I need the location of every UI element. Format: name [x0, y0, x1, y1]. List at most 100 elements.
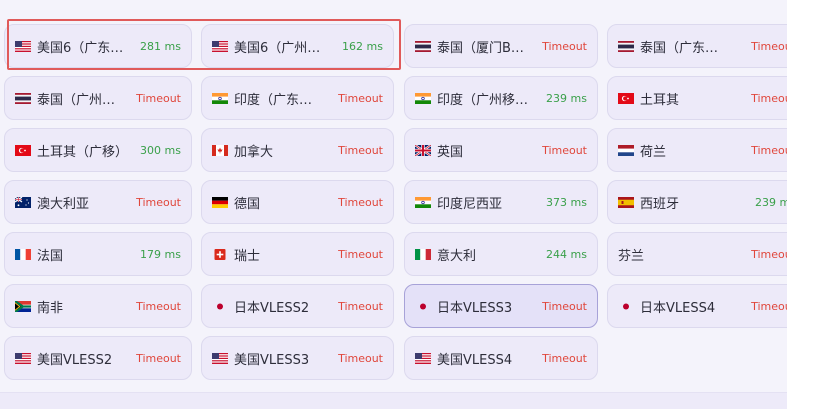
proxy-grid: 美国6（广东… 281 ms 美国6（广州… 162 ms 泰国（厦门B… Timeout… — [0, 0, 819, 409]
bottom-panel — [0, 392, 787, 409]
us-flag-icon — [212, 40, 228, 52]
proxy-card[interactable]: 西班牙 239 ms — [607, 180, 807, 224]
proxy-card[interactable]: 印度（广州移… 239 ms — [404, 76, 598, 120]
proxy-card[interactable]: 法国 179 ms — [4, 232, 192, 276]
tr-flag-icon — [15, 144, 31, 156]
proxy-card[interactable]: 泰国（广东… Timeout — [607, 24, 807, 68]
proxy-name: 泰国（厦门B… — [437, 40, 524, 56]
proxy-card[interactable]: 美国6（广东… 281 ms — [4, 24, 192, 68]
proxy-card[interactable]: 荷兰 Timeout — [607, 128, 807, 172]
jp-flag-icon — [618, 301, 634, 312]
latency-value[interactable]: Timeout — [136, 352, 181, 365]
proxy-name: 日本VLESS4 — [640, 300, 716, 316]
latency-value[interactable]: 162 ms — [342, 40, 383, 53]
scroll-edge — [787, 0, 819, 409]
latency-value[interactable]: Timeout — [338, 196, 383, 209]
proxy-name: 日本VLESS3 — [437, 300, 513, 316]
proxy-card[interactable]: 瑞士 Timeout — [201, 232, 394, 276]
proxy-name: 美国VLESS4 — [437, 352, 513, 368]
proxy-name: 西班牙 — [640, 196, 680, 212]
proxy-card[interactable]: 印度（广东… Timeout — [201, 76, 394, 120]
proxy-name: 瑞士 — [234, 248, 261, 264]
latency-value[interactable]: Timeout — [542, 144, 587, 157]
ca-flag-icon — [212, 144, 228, 156]
latency-value[interactable]: Timeout — [542, 300, 587, 313]
proxy-name: 泰国（广州… — [37, 92, 116, 108]
th-flag-icon — [415, 40, 431, 52]
us-flag-icon — [212, 352, 228, 364]
proxy-card[interactable]: 日本VLESS3 Timeout — [404, 284, 598, 328]
proxy-card[interactable]: 芬兰 Timeout — [607, 232, 807, 276]
in-flag-icon — [212, 92, 228, 104]
fr-flag-icon — [15, 248, 31, 260]
ch-flag-icon — [212, 248, 228, 260]
proxy-name: 土耳其（广移） — [37, 144, 129, 160]
proxy-card[interactable]: 澳大利亚 Timeout — [4, 180, 192, 224]
latency-value[interactable]: 244 ms — [546, 248, 587, 261]
jp-flag-icon — [415, 301, 431, 312]
gb-flag-icon — [415, 144, 431, 156]
latency-value[interactable]: 239 ms — [546, 92, 587, 105]
proxy-card[interactable]: 美国VLESS4 Timeout — [404, 336, 598, 380]
latency-value[interactable]: Timeout — [338, 92, 383, 105]
proxy-name: 土耳其 — [640, 92, 680, 108]
proxy-name: 芬兰 — [618, 248, 645, 264]
proxy-card[interactable]: 土耳其 Timeout — [607, 76, 807, 120]
latency-value[interactable]: Timeout — [338, 352, 383, 365]
proxy-name: 美国VLESS2 — [37, 352, 113, 368]
proxy-name: 法国 — [37, 248, 64, 264]
proxy-card[interactable]: 意大利 244 ms — [404, 232, 598, 276]
latency-value[interactable]: Timeout — [338, 300, 383, 313]
latency-value[interactable]: 373 ms — [546, 196, 587, 209]
proxy-name: 日本VLESS2 — [234, 300, 310, 316]
proxy-card[interactable]: 美国VLESS3 Timeout — [201, 336, 394, 380]
us-flag-icon — [15, 352, 31, 364]
proxy-card[interactable]: 美国VLESS2 Timeout — [4, 336, 192, 380]
latency-value[interactable]: Timeout — [136, 196, 181, 209]
proxy-name: 南非 — [37, 300, 64, 316]
proxy-card[interactable]: 日本VLESS2 Timeout — [201, 284, 394, 328]
proxy-card[interactable]: 印度尼西亚 373 ms — [404, 180, 598, 224]
proxy-name: 英国 — [437, 144, 464, 160]
jp-flag-icon — [212, 301, 228, 312]
latency-value[interactable]: Timeout — [338, 248, 383, 261]
proxy-name: 印度（广州移… — [437, 92, 529, 108]
proxy-card[interactable]: 德国 Timeout — [201, 180, 394, 224]
proxy-name: 荷兰 — [640, 144, 667, 160]
proxy-card[interactable]: 美国6（广州… 162 ms — [201, 24, 394, 68]
us-flag-icon — [415, 352, 431, 364]
latency-value[interactable]: Timeout — [136, 300, 181, 313]
proxy-name: 加拿大 — [234, 144, 274, 160]
latency-value[interactable]: 179 ms — [140, 248, 181, 261]
proxy-name: 澳大利亚 — [37, 196, 90, 212]
proxy-card[interactable]: 泰国（厦门B… Timeout — [404, 24, 598, 68]
us-flag-icon — [15, 40, 31, 52]
latency-value[interactable]: Timeout — [542, 352, 587, 365]
proxy-card[interactable]: 泰国（广州… Timeout — [4, 76, 192, 120]
latency-value[interactable]: Timeout — [136, 92, 181, 105]
proxy-name: 德国 — [234, 196, 261, 212]
proxy-name: 美国6（广州… — [234, 40, 321, 56]
in-flag-icon — [415, 92, 431, 104]
proxy-card[interactable]: 英国 Timeout — [404, 128, 598, 172]
latency-value[interactable]: Timeout — [542, 40, 587, 53]
proxy-card[interactable]: 加拿大 Timeout — [201, 128, 394, 172]
it-flag-icon — [415, 248, 431, 260]
proxy-name: 美国6（广东… — [37, 40, 124, 56]
tr-flag-icon — [618, 92, 634, 104]
nl-flag-icon — [618, 144, 634, 156]
th-flag-icon — [15, 92, 31, 104]
proxy-card[interactable]: 日本VLESS4 Timeout — [607, 284, 807, 328]
proxy-name: 美国VLESS3 — [234, 352, 310, 368]
th-flag-icon — [618, 40, 634, 52]
latency-value[interactable]: 281 ms — [140, 40, 181, 53]
latency-value[interactable]: 300 ms — [140, 144, 181, 157]
de-flag-icon — [212, 196, 228, 208]
proxy-name: 印度尼西亚 — [437, 196, 503, 212]
proxy-name: 印度（广东… — [234, 92, 313, 108]
proxy-card[interactable]: 南非 Timeout — [4, 284, 192, 328]
proxy-card[interactable]: 土耳其（广移） 300 ms — [4, 128, 192, 172]
latency-value[interactable]: Timeout — [338, 144, 383, 157]
za-flag-icon — [15, 300, 31, 312]
au-flag-icon — [15, 196, 31, 208]
